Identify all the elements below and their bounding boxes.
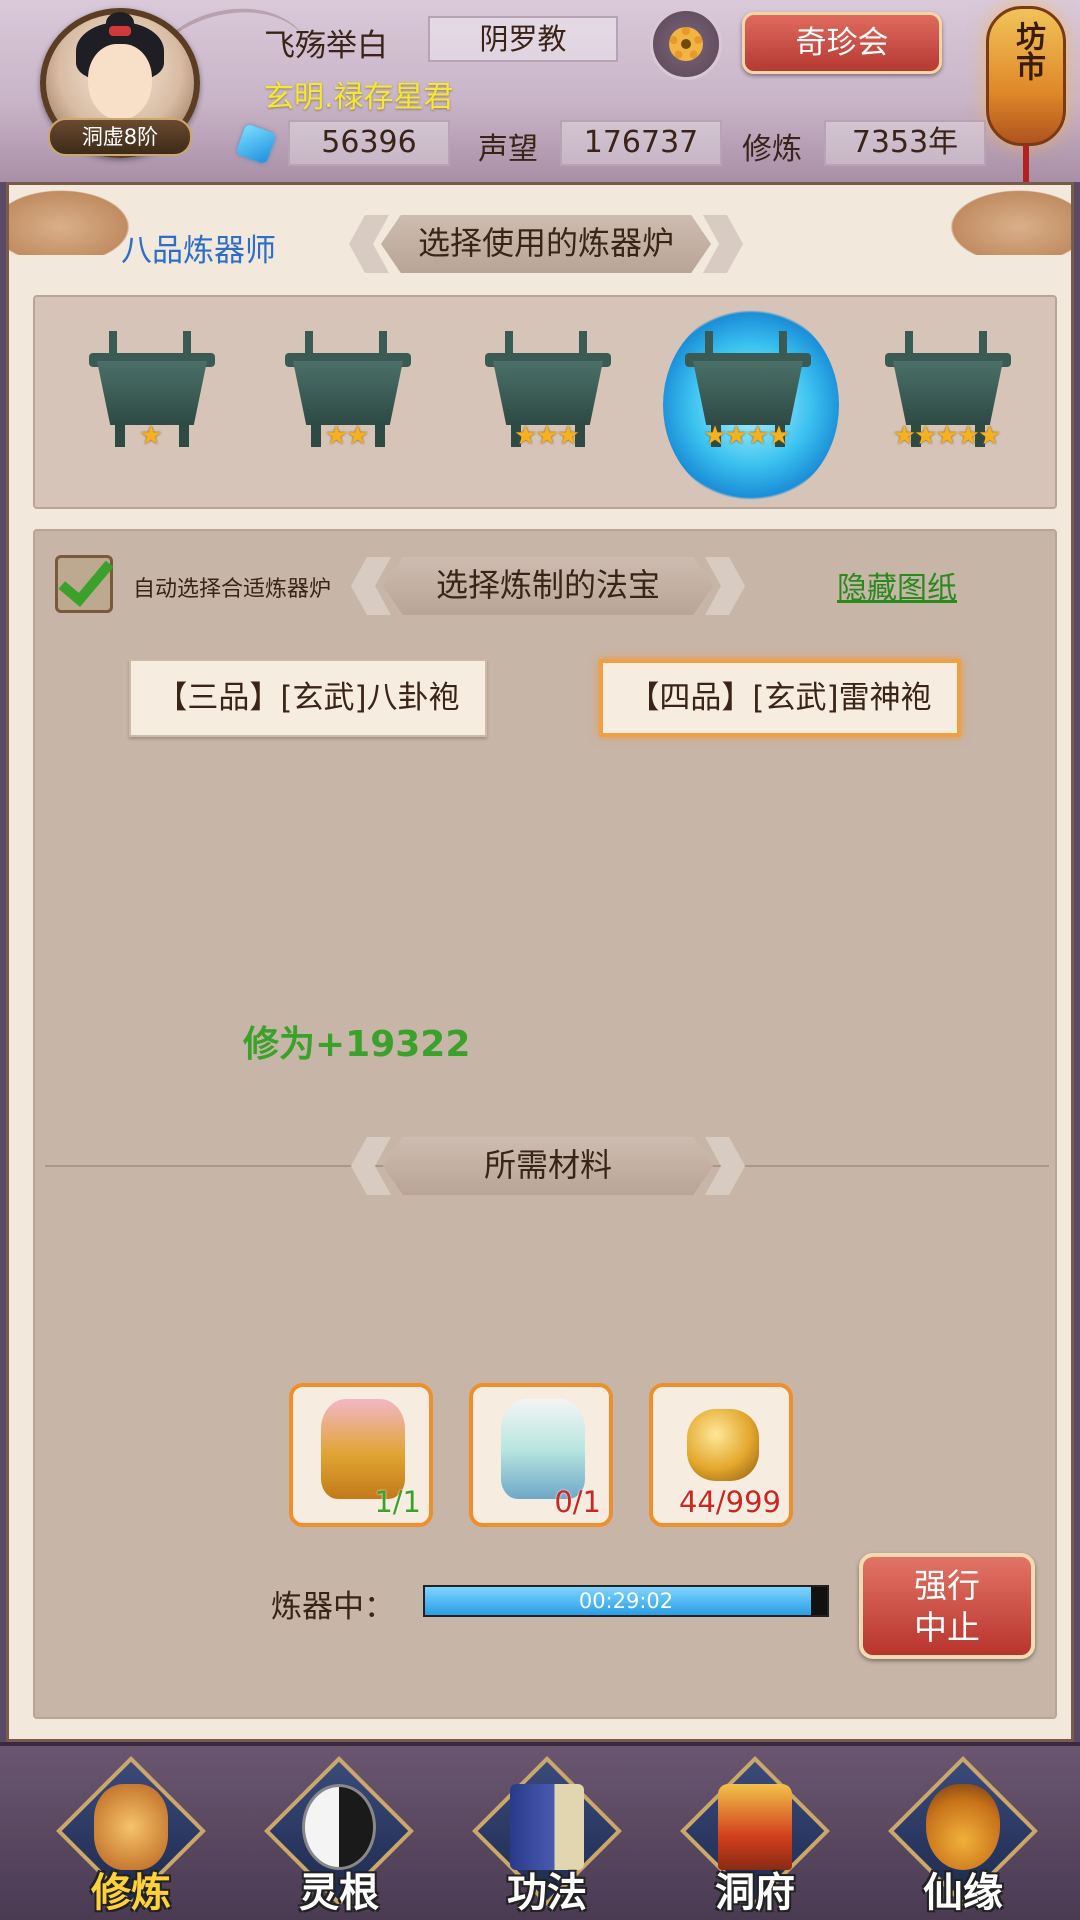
cultivation-label: 修炼 — [742, 132, 802, 167]
reputation-value: 176737 — [560, 120, 722, 166]
recipe-card-bagua-robe[interactable]: 【三品】[玄武]八卦袍 — [129, 659, 487, 737]
furnace-pot-icon — [693, 361, 803, 425]
nav-cultivation[interactable]: 修炼 — [56, 1756, 206, 1916]
material-count: 44/999 — [678, 1485, 781, 1519]
refining-panel: 八品炼器师 选择使用的炼器炉 ★ ★★ ★★★ ★★★★ ★★★★★ 自动选择合… — [6, 182, 1074, 1742]
refining-timer: 00:29:02 — [578, 1589, 674, 1613]
material-count: 1/1 — [374, 1485, 421, 1519]
recipe-panel: 自动选择合适炼器炉 选择炼制的法宝 隐藏图纸 【三品】[玄武]八卦袍 【四品】[… — [33, 529, 1057, 1719]
furnace-stars: ★★★ — [514, 421, 580, 451]
reputation-label: 声望 — [478, 132, 538, 167]
force-stop-line-1: 强行 — [914, 1566, 980, 1605]
furnace-3-star[interactable]: ★★★ — [471, 321, 621, 491]
golden-robe-icon — [321, 1399, 405, 1499]
furnace-strip: ★ ★★ ★★★ ★★★★ ★★★★★ — [33, 295, 1057, 509]
material-slot-white-robe[interactable]: 0/1 — [469, 1383, 613, 1527]
hide-blueprints-link[interactable]: 隐藏图纸 — [837, 563, 957, 607]
sect-name: 阴罗教 — [428, 16, 618, 62]
bottom-navigation: 修炼 灵根 功法 洞府 仙缘 — [0, 1742, 1080, 1920]
recipe-card-thunder-god-robe[interactable]: 【四品】[玄武]雷神袍 — [599, 659, 961, 737]
nav-immortal-fate[interactable]: 仙缘 — [888, 1756, 1038, 1916]
market-lantern-button[interactable]: 坊市 — [986, 6, 1066, 182]
nav-label: 功法 — [507, 1870, 587, 1916]
furnace-2-star[interactable]: ★★ — [271, 321, 421, 491]
furnace-stars: ★ — [139, 421, 162, 451]
top-header: 洞虚8阶 飞殇举白 阴罗教 玄明.禄存星君 奇珍会 坊市 56396 声望 17… — [0, 0, 1080, 182]
auto-select-label: 自动选择合适炼器炉 — [133, 577, 332, 602]
cultivation-years: 7353年 — [824, 120, 986, 166]
material-slot-golden-robe[interactable]: 1/1 — [289, 1383, 433, 1527]
furnace-stars: ★★★★ — [703, 421, 790, 451]
furnace-stars: ★★★★★ — [892, 421, 1002, 451]
gold-ore-icon — [687, 1409, 759, 1481]
player-title: 玄明.禄存星君 — [264, 80, 454, 115]
furnace-1-star[interactable]: ★ — [75, 321, 225, 491]
furnace-5-star[interactable]: ★★★★★ — [871, 321, 1021, 491]
furnace-4-star-selected[interactable]: ★★★★ — [663, 307, 839, 503]
avatar-face — [88, 44, 152, 120]
lantern-tassel — [1023, 145, 1029, 182]
checkmark-icon — [58, 549, 114, 607]
nav-spirit-root[interactable]: 灵根 — [264, 1756, 414, 1916]
settings-button[interactable] — [650, 8, 722, 80]
immortal-fate-icon — [926, 1784, 1000, 1870]
nav-cave-abode[interactable]: 洞府 — [680, 1756, 830, 1916]
cave-abode-icon — [718, 1784, 792, 1870]
player-name: 飞殇举白 — [264, 28, 388, 64]
furnace-pot-icon — [493, 361, 603, 425]
materials-title: 所需材料 — [383, 1137, 713, 1195]
spirit-root-icon — [302, 1784, 376, 1870]
gem-count: 56396 — [288, 120, 450, 166]
nav-technique[interactable]: 功法 — [472, 1756, 622, 1916]
force-stop-line-2: 中止 — [914, 1608, 980, 1647]
market-label: 坊市 — [1010, 21, 1045, 81]
cultivation-icon — [94, 1784, 168, 1870]
furnace-stars: ★★ — [324, 421, 370, 451]
furnace-pot-icon — [893, 361, 1003, 425]
technique-book-icon — [510, 1784, 584, 1870]
refiner-level: 八品炼器师 — [121, 233, 276, 269]
force-stop-button[interactable]: 强行 中止 — [859, 1553, 1035, 1659]
nav-label: 洞府 — [715, 1870, 795, 1916]
refining-status-label: 炼器中： — [271, 1589, 395, 1625]
spirit-stone-icon — [235, 123, 277, 165]
select-furnace-title: 选择使用的炼器炉 — [381, 215, 711, 273]
gear-icon-center — [681, 39, 691, 49]
material-count: 0/1 — [554, 1485, 601, 1519]
white-robe-icon — [501, 1399, 585, 1499]
rank-plate: 洞虚8阶 — [48, 118, 192, 156]
material-slot-gold-ore[interactable]: 44/999 — [649, 1383, 793, 1527]
select-treasure-title: 选择炼制的法宝 — [383, 557, 713, 615]
auto-select-checkbox[interactable] — [55, 549, 114, 613]
treasure-auction-button[interactable]: 奇珍会 — [742, 12, 942, 74]
cloud-corner-right — [941, 185, 1071, 255]
cloud-corner-left — [9, 185, 139, 255]
refining-progress-bar: 00:29:02 — [423, 1585, 829, 1617]
furnace-pot-icon — [293, 361, 403, 425]
furnace-pot-icon — [97, 361, 207, 425]
cultivation-gain-text: 修为+19322 — [243, 1024, 471, 1065]
nav-label: 仙缘 — [923, 1870, 1003, 1916]
nav-label: 修炼 — [91, 1870, 171, 1916]
avatar-hair-ornament — [109, 26, 131, 36]
nav-label: 灵根 — [299, 1870, 379, 1916]
